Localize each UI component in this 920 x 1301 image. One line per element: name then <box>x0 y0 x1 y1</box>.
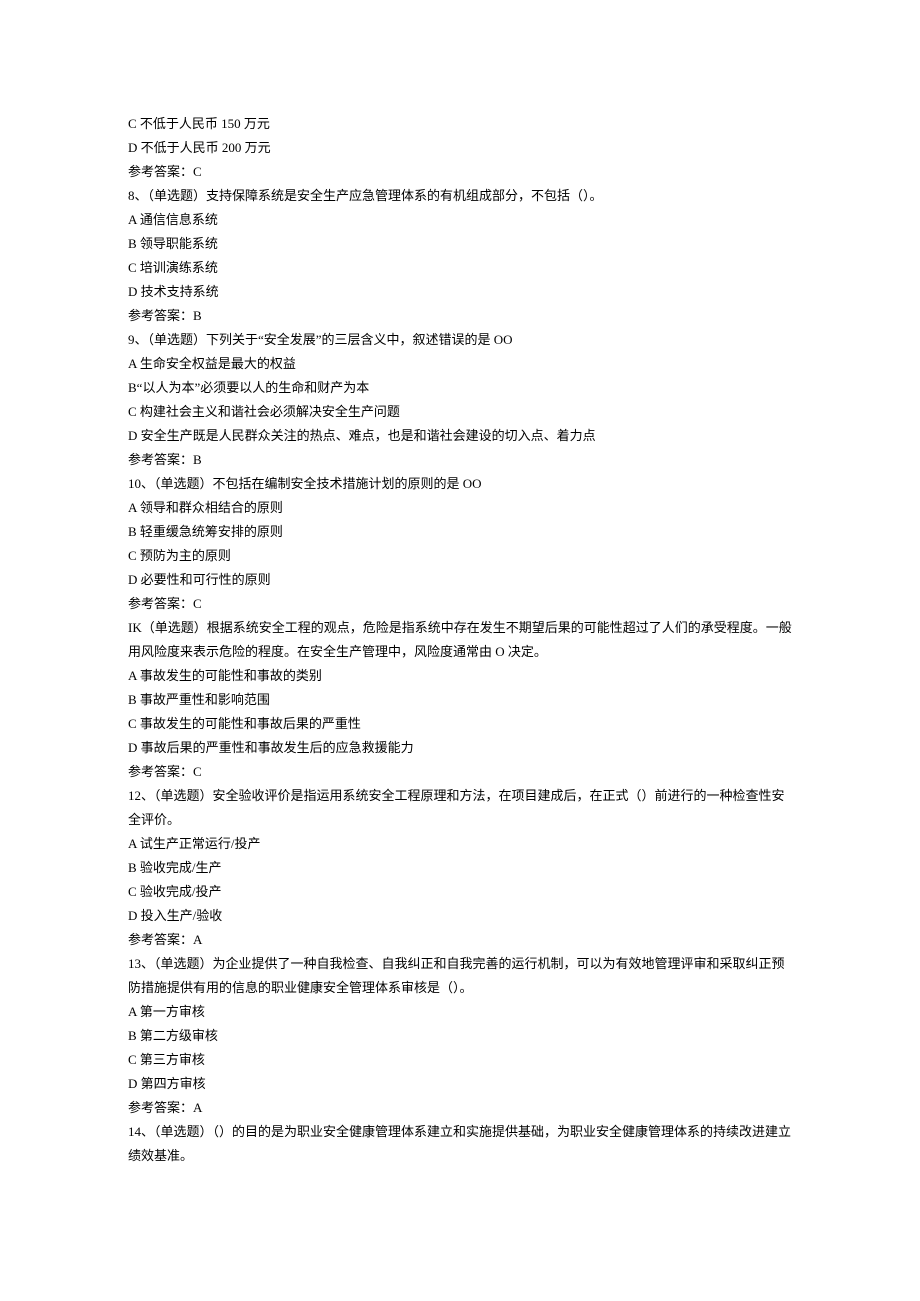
text-line: A 试生产正常运行/投产 <box>128 832 792 856</box>
text-line: IK（单选题）根据系统安全工程的观点，危险是指系统中存在发生不期望后果的可能性超… <box>128 616 792 664</box>
text-line: D 不低于人民币 200 万元 <box>128 136 792 160</box>
text-line: 14、（单选题）（）的目的是为职业安全健康管理体系建立和实施提供基础，为职业安全… <box>128 1120 792 1168</box>
text-line: D 安全生产既是人民群众关注的热点、难点，也是和谐社会建设的切入点、着力点 <box>128 424 792 448</box>
text-line: 参考答案：B <box>128 448 792 472</box>
document-page: C 不低于人民币 150 万元 D 不低于人民币 200 万元 参考答案：C 8… <box>0 0 920 1208</box>
text-line: C 构建社会主义和谐社会必须解决安全生产问题 <box>128 400 792 424</box>
text-line: C 培训演练系统 <box>128 256 792 280</box>
text-line: C 预防为主的原则 <box>128 544 792 568</box>
text-line: 参考答案：A <box>128 1096 792 1120</box>
text-line: C 事故发生的可能性和事故后果的严重性 <box>128 712 792 736</box>
text-line: D 投入生产/验收 <box>128 904 792 928</box>
text-line: 9、（单选题）下列关于“安全发展”的三层含义中，叙述错误的是 OO <box>128 328 792 352</box>
text-line: 参考答案：C <box>128 760 792 784</box>
text-line: A 领导和群众相结合的原则 <box>128 496 792 520</box>
text-line: 12、（单选题）安全验收评价是指运用系统安全工程原理和方法，在项目建成后，在正式… <box>128 784 792 832</box>
text-line: 8、（单选题）支持保障系统是安全生产应急管理体系的有机组成部分，不包括（）。 <box>128 184 792 208</box>
text-line: D 技术支持系统 <box>128 280 792 304</box>
text-line: D 必要性和可行性的原则 <box>128 568 792 592</box>
text-line: B 领导职能系统 <box>128 232 792 256</box>
text-line: B 轻重缓急统筹安排的原则 <box>128 520 792 544</box>
text-line: 13、（单选题）为企业提供了一种自我检查、自我纠正和自我完善的运行机制，可以为有… <box>128 952 792 1000</box>
text-line: C 验收完成/投产 <box>128 880 792 904</box>
text-line: D 第四方审核 <box>128 1072 792 1096</box>
text-line: 10、（单选题）不包括在编制安全技术措施计划的原则的是 OO <box>128 472 792 496</box>
text-line: B“以人为本”必须要以人的生命和财产为本 <box>128 376 792 400</box>
text-line: A 生命安全权益是最大的权益 <box>128 352 792 376</box>
text-line: A 第一方审核 <box>128 1000 792 1024</box>
text-line: 参考答案：C <box>128 160 792 184</box>
text-line: B 事故严重性和影响范围 <box>128 688 792 712</box>
text-line: 参考答案：A <box>128 928 792 952</box>
text-line: 参考答案：C <box>128 592 792 616</box>
text-line: B 第二方级审核 <box>128 1024 792 1048</box>
text-line: C 第三方审核 <box>128 1048 792 1072</box>
text-line: C 不低于人民币 150 万元 <box>128 112 792 136</box>
text-line: A 事故发生的可能性和事故的类别 <box>128 664 792 688</box>
text-line: A 通信信息系统 <box>128 208 792 232</box>
text-line: 参考答案：B <box>128 304 792 328</box>
text-line: D 事故后果的严重性和事故发生后的应急救援能力 <box>128 736 792 760</box>
text-line: B 验收完成/生产 <box>128 856 792 880</box>
